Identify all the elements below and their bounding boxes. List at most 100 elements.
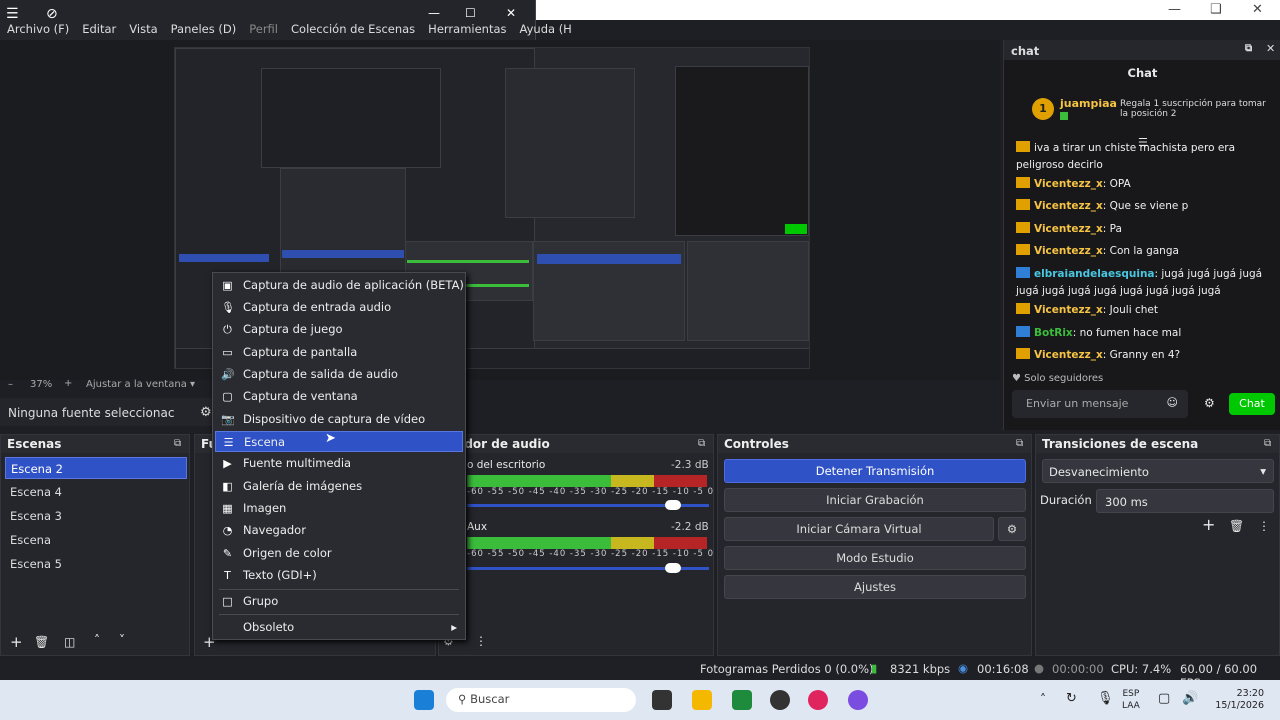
- menu-item-image-slideshow[interactable]: ◧ Galería de imágenes: [215, 476, 463, 497]
- move-up-icon[interactable]: ˄: [94, 633, 100, 647]
- chat-input[interactable]: Enviar un mensaje ☺: [1012, 390, 1188, 418]
- add-icon[interactable]: +: [1202, 515, 1215, 534]
- menu-item-display-capture[interactable]: ▭ Captura de pantalla: [215, 342, 463, 363]
- trash-icon[interactable]: 🗑: [1229, 519, 1244, 533]
- signal-icon: ▮: [871, 661, 878, 675]
- gear-icon[interactable]: ⚙: [200, 405, 212, 420]
- float-icon[interactable]: ⧉: [1016, 438, 1023, 449]
- language-indicator[interactable]: ESP LAA: [1122, 688, 1140, 712]
- task-view-icon[interactable]: [652, 690, 672, 710]
- zoom-out-icon[interactable]: –: [8, 379, 13, 390]
- menu-item-browser[interactable]: ◔ Navegador: [215, 520, 463, 541]
- scene-item[interactable]: Escena 2: [5, 457, 187, 479]
- menu-item[interactable]: Ayuda (H: [520, 22, 572, 36]
- menu-item[interactable]: Editar: [82, 22, 116, 36]
- more-icon[interactable]: ⋮: [475, 634, 487, 648]
- file-explorer-icon[interactable]: [692, 690, 712, 710]
- chat-message: Vicentezz_x: Pa: [1016, 221, 1274, 238]
- menu-item-image[interactable]: ▦ Imagen: [215, 498, 463, 519]
- meter-scale: -60 -55 -50 -45 -40 -35 -30 -25 -20 -15 …: [467, 549, 715, 559]
- move-down-icon[interactable]: ˅: [119, 633, 125, 647]
- channel-name: Aux: [467, 521, 488, 533]
- discord-icon[interactable]: [848, 690, 868, 710]
- menu-divider: [219, 614, 459, 615]
- float-icon[interactable]: ⧉: [698, 438, 705, 449]
- chevron-down-icon[interactable]: ▾: [190, 379, 195, 390]
- menu-item[interactable]: Archivo (F): [7, 22, 69, 36]
- virtual-camera-settings-button[interactable]: ⚙: [998, 517, 1026, 541]
- menu-item-media-source[interactable]: ▶ Fuente multimedia: [215, 453, 463, 474]
- menu-item[interactable]: Paneles (D): [171, 22, 237, 36]
- float-icon[interactable]: ⧉: [1264, 438, 1271, 449]
- stream-icon: ◉: [958, 661, 969, 675]
- menu-item[interactable]: Vista: [129, 22, 157, 36]
- duration-input[interactable]: 300 ms: [1096, 489, 1274, 513]
- monitor-icon: ▭: [222, 346, 233, 359]
- zoom-in-icon[interactable]: +: [64, 378, 72, 389]
- fit-window-select[interactable]: Ajustar a la ventana: [86, 379, 187, 390]
- settings-button[interactable]: Ajustes: [724, 575, 1026, 599]
- menu-item[interactable]: Herramientas: [428, 22, 506, 36]
- volume-icon[interactable]: 🔊: [1182, 691, 1198, 706]
- network-icon[interactable]: ▢: [1158, 691, 1170, 706]
- more-icon[interactable]: ⋮: [1258, 519, 1270, 533]
- filter-icon[interactable]: ◫: [64, 635, 75, 649]
- menu-item-color-source[interactable]: ✎ Origen de color: [215, 543, 463, 564]
- scene-item[interactable]: Escena: [5, 529, 187, 551]
- opera-icon[interactable]: [808, 690, 828, 710]
- sub-icon: [1060, 112, 1068, 120]
- top-user[interactable]: juampiaa: [1060, 97, 1117, 110]
- rank-badge: 1: [1032, 98, 1054, 120]
- menu-item-video-capture[interactable]: 📷 Dispositivo de captura de vídeo: [215, 409, 463, 430]
- menu-item-audio-output[interactable]: 🔊 Captura de salida de audio: [215, 364, 463, 385]
- maximize-icon[interactable]: ☐: [465, 6, 476, 20]
- menu-item[interactable]: Colección de Escenas: [291, 22, 415, 36]
- close-icon[interactable]: ✕: [1252, 2, 1263, 17]
- scene-item[interactable]: Escena 3: [5, 505, 187, 527]
- chevron-up-icon[interactable]: ˄: [1040, 692, 1046, 706]
- close-icon[interactable]: ✕: [1266, 42, 1275, 55]
- trash-icon[interactable]: 🗑: [34, 635, 49, 649]
- restore-icon[interactable]: ❑: [1210, 2, 1222, 17]
- windows-start-icon[interactable]: [414, 690, 434, 710]
- float-icon[interactable]: ⧉: [1245, 43, 1252, 54]
- taskbar-search[interactable]: ⚲ Buscar: [446, 688, 636, 712]
- menu-item-audio-input[interactable]: 🎙 Captura de entrada audio: [215, 297, 463, 318]
- menu-item-scene[interactable]: ☰ Escena: [215, 431, 463, 452]
- start-virtual-camera-button[interactable]: Iniciar Cámara Virtual: [724, 517, 994, 541]
- volume-handle[interactable]: [665, 500, 681, 510]
- menu-item-window-capture[interactable]: ▢ Captura de ventana: [215, 386, 463, 407]
- excel-icon[interactable]: [732, 690, 752, 710]
- minimize-icon[interactable]: —: [1168, 2, 1181, 17]
- gear-icon[interactable]: ⚙: [1204, 396, 1215, 410]
- menu-item-game-capture[interactable]: ⏻ Captura de juego: [215, 319, 463, 340]
- close-icon[interactable]: ✕: [506, 6, 516, 20]
- chat-message: BotRix: no fumen hace mal: [1016, 325, 1274, 342]
- studio-mode-button[interactable]: Modo Estudio: [724, 546, 1026, 570]
- volume-handle[interactable]: [665, 563, 681, 573]
- chevron-down-icon: ▾: [1260, 464, 1266, 478]
- emoji-icon[interactable]: ☺: [1167, 396, 1178, 409]
- menu-item[interactable]: Perfil: [249, 22, 278, 36]
- transition-select[interactable]: Desvanecimiento ▾: [1042, 459, 1274, 483]
- start-recording-button[interactable]: Iniciar Grabación: [724, 488, 1026, 512]
- menu-item-app-audio[interactable]: ▣ Captura de audio de aplicación (BETA): [215, 275, 464, 296]
- chat-send-button[interactable]: Chat: [1229, 393, 1275, 415]
- hamburger-icon[interactable]: ☰: [6, 6, 19, 22]
- float-icon[interactable]: ⧉: [174, 438, 181, 449]
- clock[interactable]: 23:20 15/1/2026: [1212, 688, 1264, 712]
- sync-icon[interactable]: ↻: [1066, 691, 1077, 706]
- minimize-icon[interactable]: —: [428, 6, 440, 20]
- scene-item[interactable]: Escena 5: [5, 553, 187, 575]
- obs-icon[interactable]: [770, 690, 790, 710]
- scene-item[interactable]: Escena 4: [5, 481, 187, 503]
- menu-item-text[interactable]: T Texto (GDI+): [215, 565, 463, 586]
- menu-item-deprecated[interactable]: Obsoleto ▸: [215, 617, 463, 638]
- chat-message: Vicentezz_x: Jouli chet: [1016, 302, 1274, 319]
- mic-icon[interactable]: 🎙: [1097, 691, 1114, 706]
- zoom-level: 37%: [30, 379, 53, 390]
- stop-stream-button[interactable]: Detener Transmisión: [724, 459, 1026, 483]
- menu-item-group[interactable]: □ Grupo: [215, 591, 463, 612]
- add-icon[interactable]: +: [10, 633, 23, 651]
- gamepad-icon: ⏻: [223, 323, 232, 336]
